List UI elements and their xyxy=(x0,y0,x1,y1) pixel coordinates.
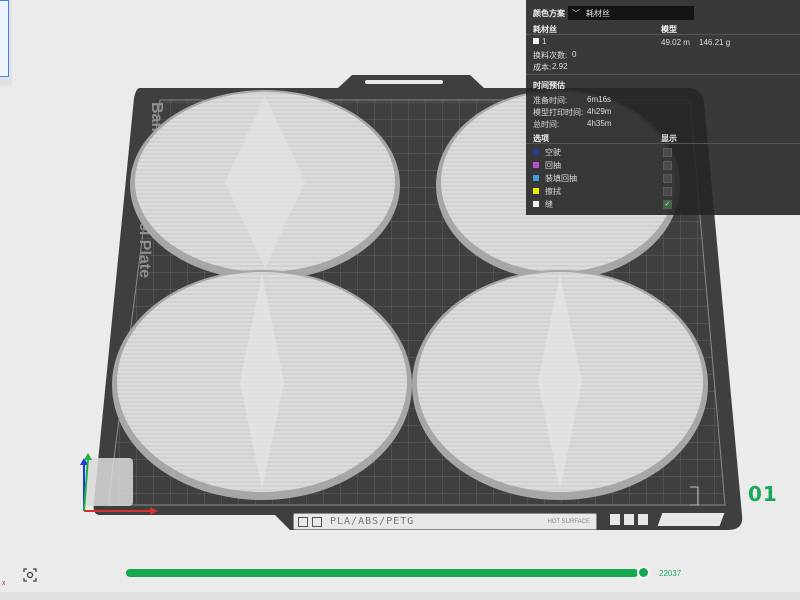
layer-slider-value: 22037 xyxy=(659,569,682,578)
grid-icon xyxy=(298,516,308,527)
option-visibility-checkbox[interactable] xyxy=(663,174,672,183)
option-label: 缝 xyxy=(545,200,553,209)
delete-plate-icon[interactable] xyxy=(610,514,620,525)
option-color-swatch xyxy=(533,162,539,168)
plate-material-tag: PLA/ABS/PETG HOT SURFACE xyxy=(293,513,597,530)
hot-surface-text: HOT SURFACE xyxy=(547,518,590,525)
color-scheme-dropdown[interactable]: ﹀ 耗材丝 xyxy=(568,6,694,20)
printed-part-top-left xyxy=(130,90,400,280)
plate-number-label[interactable]: 01 xyxy=(748,482,778,506)
prep-time-label: 准备时间: xyxy=(533,96,568,105)
plate-name-field[interactable] xyxy=(657,513,725,526)
option-visibility-checkbox[interactable] xyxy=(663,161,672,170)
option-color-swatch xyxy=(533,201,539,207)
image-icon xyxy=(312,516,322,527)
prep-time-value: 6m16s xyxy=(587,95,612,104)
option-visibility-checkbox[interactable]: ✓ xyxy=(663,200,672,209)
printed-part-bottom-left xyxy=(112,270,412,500)
total-time-value: 4h35m xyxy=(587,119,612,128)
print-time-value: 4h29m xyxy=(587,107,612,116)
total-time-label: 总时间: xyxy=(533,120,560,129)
option-label: 空驶 xyxy=(545,148,561,157)
change-count-value: 0 xyxy=(572,50,577,59)
option-visibility-checkbox[interactable] xyxy=(663,187,672,196)
print-time-label: 模型打印时间: xyxy=(533,108,584,117)
time-estimate-header: 时间预估 xyxy=(533,81,565,90)
option-color-swatch xyxy=(533,188,539,194)
filament-weight: 146.21 g xyxy=(699,38,731,47)
bottom-status-strip xyxy=(0,592,800,600)
fit-view-icon[interactable] xyxy=(22,567,38,583)
chevron-down-icon: ﹀ xyxy=(572,8,580,18)
layer-slider-fill xyxy=(126,569,639,577)
filament-length: 49.02 m xyxy=(661,38,690,47)
layer-slider-handle[interactable] xyxy=(637,566,650,579)
arrange-plate-icon[interactable] xyxy=(624,514,634,525)
filament-index: 1 xyxy=(542,37,547,46)
change-count-label: 换料次数: xyxy=(533,51,568,60)
layer-slider-track[interactable] xyxy=(126,569,646,577)
option-label: 装填回抽 xyxy=(545,174,577,183)
plate-action-icons xyxy=(610,514,648,525)
close-icon[interactable]: x xyxy=(2,580,6,587)
option-label: 回抽 xyxy=(545,161,561,170)
handle-slot xyxy=(365,80,443,84)
preview-legend-panel: 颜色方案 ﹀ 耗材丝 耗材丝 模型 1 49.02 m 146.21 g 换料次… xyxy=(526,0,800,215)
option-color-swatch xyxy=(533,175,539,181)
option-visibility-checkbox[interactable] xyxy=(663,148,672,157)
printed-part-bottom-right xyxy=(412,270,708,500)
cost-value: 2.92 xyxy=(552,62,568,71)
cost-label: 成本: xyxy=(533,63,552,72)
material-text: PLA/ABS/PETG xyxy=(330,516,415,527)
lock-plate-icon[interactable] xyxy=(638,514,648,525)
filament-color-swatch xyxy=(533,38,539,44)
option-label: 擦拭 xyxy=(545,187,561,196)
color-scheme-label: 颜色方案 xyxy=(533,9,565,18)
plate-corner-marker xyxy=(85,458,133,506)
option-color-swatch xyxy=(533,149,539,155)
color-scheme-value: 耗材丝 xyxy=(586,8,610,18)
